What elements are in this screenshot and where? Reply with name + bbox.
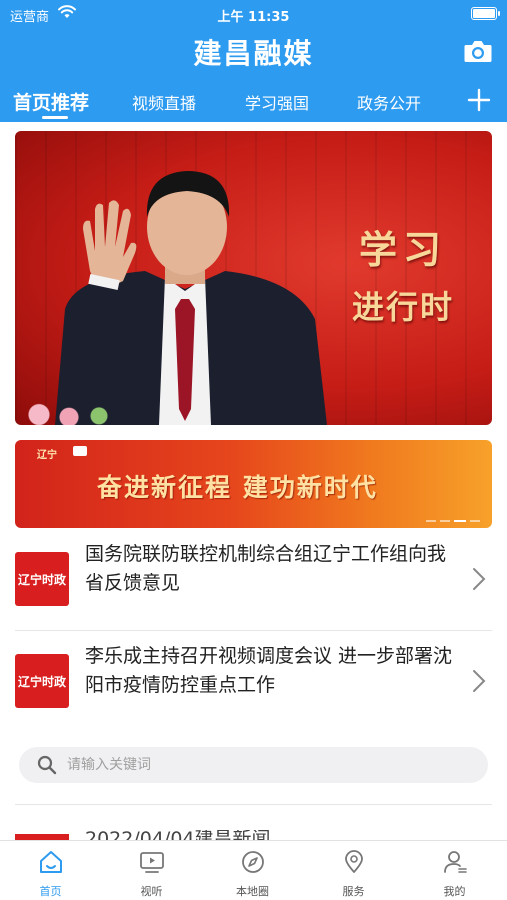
add-tab-icon[interactable]: [467, 88, 491, 112]
bottom-tab-local[interactable]: 本地圈: [202, 841, 303, 900]
camera-icon[interactable]: [463, 38, 493, 64]
bottom-tab-media[interactable]: 视听: [101, 841, 202, 900]
bottom-tab-services[interactable]: 服务: [303, 841, 404, 900]
search-input[interactable]: [67, 747, 467, 783]
tab-study-strong[interactable]: 学习强国: [245, 90, 309, 114]
promo-banner[interactable]: 辽宁 奋进新征程 建功新时代: [15, 440, 492, 528]
news-list-item-partial[interactable]: 2022/04/04建昌新闻: [15, 830, 492, 840]
tab-video-live[interactable]: 视频直播: [132, 90, 196, 114]
active-tab-indicator: [42, 116, 68, 119]
bottom-tab-label: 视听: [140, 885, 163, 898]
promo-banner-mark-icon: [73, 446, 87, 456]
tv-icon: [140, 852, 164, 873]
bottom-tab-home[interactable]: 首页: [0, 841, 101, 900]
list-divider: [15, 630, 492, 631]
location-pin-icon: [345, 850, 363, 873]
news-thumbnail: 辽宁时政: [15, 654, 69, 708]
home-icon: [40, 851, 62, 873]
app-title: 建昌融媒: [193, 37, 314, 70]
category-tabs: 首页推荐 视频直播 学习强国 政务公开: [0, 84, 507, 122]
user-icon: [444, 851, 467, 873]
carousel-indicator: [422, 520, 480, 523]
news-title: 2022/04/04建昌新闻: [85, 830, 271, 840]
news-list-item[interactable]: 辽宁时政 李乐成主持召开视频调度会议 进一步部署沈阳市疫情防控重点工作: [15, 632, 492, 732]
tab-government-affairs[interactable]: 政务公开: [357, 90, 421, 114]
hero-portrait-illustration: [55, 171, 327, 425]
list-divider: [15, 804, 492, 805]
chevron-right-icon: [473, 568, 486, 590]
carousel-dot: [440, 520, 450, 522]
bottom-tab-label: 首页: [39, 885, 62, 898]
carousel-dot-active: [454, 520, 466, 522]
news-title: 李乐成主持召开视频调度会议 进一步部署沈阳市疫情防控重点工作: [85, 645, 453, 696]
search-bar: [19, 747, 488, 783]
promo-banner-slogan: 奋进新征程 建功新时代: [97, 473, 378, 502]
bottom-tab-bar: 首页 视听 本地圈 服务 我的: [0, 840, 507, 900]
bottom-tab-label: 服务: [342, 885, 365, 898]
news-title: 国务院联防联控机制综合组辽宁工作组向我省反馈意见: [85, 543, 447, 594]
status-time: 上午 11:35: [217, 10, 290, 25]
bottom-tab-profile[interactable]: 我的: [404, 841, 505, 900]
tab-home-recommend[interactable]: 首页推荐: [13, 88, 89, 115]
bottom-tab-label: 本地圈: [236, 885, 269, 898]
battery-icon: [471, 7, 500, 20]
carousel-dot: [426, 520, 436, 522]
hero-caption-line1: 学习: [358, 227, 447, 272]
chevron-right-icon: [473, 670, 486, 692]
hero-caption-line2: 进行时: [351, 288, 454, 326]
hero-caption: 学习 进行时: [352, 219, 454, 328]
bottom-tab-label: 我的: [443, 885, 466, 898]
news-list-item[interactable]: 辽宁时政 国务院联防联控机制综合组辽宁工作组向我省反馈意见: [15, 530, 492, 630]
carousel-dot: [470, 520, 480, 522]
hero-banner[interactable]: 学习 进行时: [15, 131, 492, 425]
flowers-decoration: [15, 399, 135, 425]
status-bar: 运营商 上午 11:35: [0, 0, 507, 28]
news-thumbnail: 辽宁时政: [15, 552, 69, 606]
compass-icon: [242, 851, 264, 873]
app-header: 运营商 上午 11:35 建昌融媒 首页推荐 视频直播 学习强国 政务公开: [0, 0, 507, 122]
promo-banner-logo: 辽宁: [37, 450, 57, 461]
search-icon: [37, 755, 57, 775]
